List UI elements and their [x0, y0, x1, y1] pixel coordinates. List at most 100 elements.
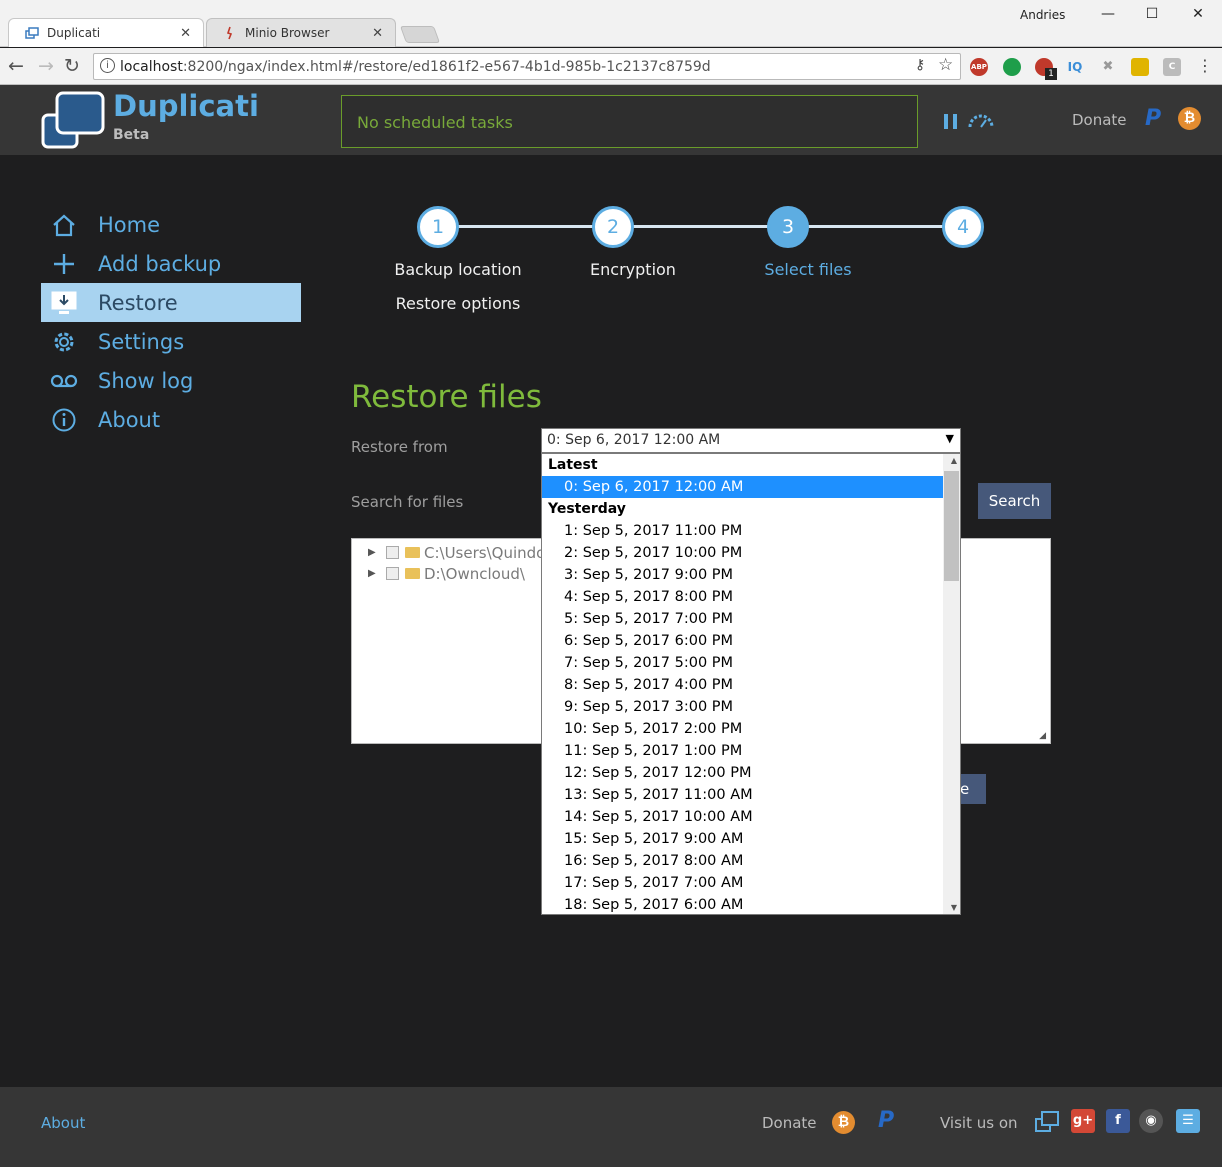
- paypal-icon[interactable]: P: [1145, 106, 1161, 131]
- continue-button[interactable]: e: [960, 774, 986, 804]
- star-icon[interactable]: ☆: [938, 55, 953, 75]
- browser-menu-icon[interactable]: ⋮: [1197, 56, 1213, 75]
- info-icon: [43, 407, 85, 433]
- dropdown-option[interactable]: 13: Sep 5, 2017 11:00 AM: [542, 784, 944, 806]
- step-4-label[interactable]: Restore options: [358, 294, 558, 313]
- dropdown-option[interactable]: 1: Sep 5, 2017 11:00 PM: [542, 520, 944, 542]
- tab-minio[interactable]: Minio Browser ✕: [206, 18, 396, 47]
- paypal-icon[interactable]: P: [878, 1108, 894, 1133]
- dropdown-arrow-icon: ▼: [945, 432, 954, 445]
- tab-label: Duplicati: [47, 26, 101, 40]
- dropdown-option[interactable]: 7: Sep 5, 2017 5:00 PM: [542, 652, 944, 674]
- step-1[interactable]: 1: [417, 206, 459, 248]
- minimize-icon[interactable]: —: [1093, 6, 1123, 22]
- facebook-icon[interactable]: f: [1106, 1109, 1130, 1133]
- tree-node-label: C:\Users\Quindo: [424, 543, 546, 562]
- step-progress-line: [438, 225, 964, 228]
- maximize-icon[interactable]: ☐: [1137, 6, 1167, 22]
- throttle-icon[interactable]: [968, 113, 994, 129]
- sidebar-item-label: About: [98, 407, 161, 432]
- sidebar-item-add-backup[interactable]: Add backup: [41, 244, 301, 283]
- footer-about-link[interactable]: About: [41, 1114, 85, 1132]
- scrollbar-thumb[interactable]: [944, 471, 959, 581]
- site-info-icon[interactable]: i: [100, 58, 115, 73]
- dropdown-option[interactable]: 12: Sep 5, 2017 12:00 PM: [542, 762, 944, 784]
- back-icon[interactable]: ←: [8, 55, 24, 77]
- sidebar-item-about[interactable]: About: [41, 400, 301, 439]
- sidebar-item-settings[interactable]: Settings: [41, 322, 301, 361]
- close-window-icon[interactable]: ✕: [1183, 6, 1213, 22]
- close-tab-icon[interactable]: ✕: [372, 26, 383, 41]
- dropdown-option[interactable]: 6: Sep 5, 2017 6:00 PM: [542, 630, 944, 652]
- dropdown-option[interactable]: 14: Sep 5, 2017 10:00 AM: [542, 806, 944, 828]
- extension-icon[interactable]: [1131, 58, 1149, 76]
- dropdown-option[interactable]: 8: Sep 5, 2017 4:00 PM: [542, 674, 944, 696]
- google-plus-icon[interactable]: g+: [1071, 1109, 1095, 1133]
- step-2[interactable]: 2: [592, 206, 634, 248]
- key-icon[interactable]: ⚷: [915, 57, 925, 73]
- step-3-label[interactable]: Select files: [708, 260, 908, 279]
- option-group-label: Yesterday: [548, 501, 626, 517]
- sidebar-item-label: Home: [98, 212, 161, 237]
- dropdown-option[interactable]: 18: Sep 5, 2017 6:00 AM: [542, 894, 944, 914]
- new-tab-button[interactable]: [399, 26, 441, 43]
- chat-icon[interactable]: ☰: [1176, 1109, 1200, 1133]
- expand-icon[interactable]: ▶: [368, 547, 382, 558]
- tree-checkbox[interactable]: [386, 567, 399, 580]
- forward-icon[interactable]: →: [38, 55, 54, 77]
- dropdown-option[interactable]: 5: Sep 5, 2017 7:00 PM: [542, 608, 944, 630]
- tree-checkbox[interactable]: [386, 546, 399, 559]
- dropdown-scrollbar[interactable]: ▲ ▼: [943, 454, 960, 914]
- continue-button-label: e: [960, 780, 970, 798]
- extension-icon[interactable]: ✖: [1099, 58, 1117, 76]
- dropdown-option[interactable]: 3: Sep 5, 2017 9:00 PM: [542, 564, 944, 586]
- duplicati-forum-icon[interactable]: [1035, 1109, 1059, 1133]
- duplicati-logo[interactable]: [40, 90, 106, 150]
- dropdown-option[interactable]: 0: Sep 6, 2017 12:00 AM: [542, 476, 944, 498]
- expand-icon[interactable]: ▶: [368, 568, 382, 579]
- close-tab-icon[interactable]: ✕: [180, 26, 191, 41]
- dropdown-option[interactable]: 17: Sep 5, 2017 7:00 AM: [542, 872, 944, 894]
- sidebar-item-show-log[interactable]: Show log: [41, 361, 301, 400]
- iq-extension-icon[interactable]: IQ: [1066, 58, 1084, 76]
- step-4[interactable]: 4: [942, 206, 984, 248]
- sidebar-item-restore[interactable]: Restore: [41, 283, 301, 322]
- bitcoin-icon[interactable]: ₿: [832, 1111, 855, 1134]
- folder-icon: [405, 568, 420, 579]
- adblock-icon[interactable]: ABP: [970, 58, 988, 76]
- dropdown-option[interactable]: 16: Sep 5, 2017 8:00 AM: [542, 850, 944, 872]
- sidebar-item-home[interactable]: Home: [41, 205, 301, 244]
- tab-duplicati[interactable]: Duplicati ✕: [8, 18, 204, 47]
- reload-icon[interactable]: ↻: [64, 55, 80, 77]
- minio-favicon-icon: [223, 26, 237, 40]
- dropdown-option[interactable]: 9: Sep 5, 2017 3:00 PM: [542, 696, 944, 718]
- restore-icon: [43, 290, 85, 316]
- pause-icon[interactable]: [943, 113, 959, 130]
- dropdown-option[interactable]: 15: Sep 5, 2017 9:00 AM: [542, 828, 944, 850]
- bitcoin-icon[interactable]: ₿: [1178, 107, 1201, 130]
- github-icon[interactable]: ◉: [1139, 1109, 1163, 1133]
- restore-from-select[interactable]: 0: Sep 6, 2017 12:00 AM ▼: [541, 428, 961, 453]
- brand-name[interactable]: Duplicati: [113, 89, 259, 123]
- restore-point-dropdown[interactable]: Latest 0: Sep 6, 2017 12:00 AM Yesterday…: [541, 453, 961, 915]
- dropdown-option[interactable]: 10: Sep 5, 2017 2:00 PM: [542, 718, 944, 740]
- dropdown-option[interactable]: 4: Sep 5, 2017 8:00 PM: [542, 586, 944, 608]
- plus-icon: [43, 252, 85, 276]
- step-2-label[interactable]: Encryption: [533, 260, 733, 279]
- sidebar-item-label: Show log: [98, 368, 194, 393]
- gear-icon: [43, 329, 85, 355]
- resize-handle-icon[interactable]: ◢: [1039, 731, 1046, 741]
- scroll-up-icon[interactable]: ▲: [951, 456, 957, 465]
- donate-link[interactable]: Donate: [1072, 111, 1127, 129]
- beta-label: Beta: [113, 127, 150, 143]
- dropdown-option[interactable]: 11: Sep 5, 2017 1:00 PM: [542, 740, 944, 762]
- scroll-down-icon[interactable]: ▼: [951, 903, 957, 912]
- profile-name[interactable]: Andries: [1020, 8, 1065, 22]
- search-button[interactable]: Search: [978, 483, 1051, 519]
- dropdown-option[interactable]: 2: Sep 5, 2017 10:00 PM: [542, 542, 944, 564]
- step-3[interactable]: 3: [767, 206, 809, 248]
- step-1-label[interactable]: Backup location: [358, 260, 558, 279]
- extension-icon[interactable]: C: [1163, 58, 1181, 76]
- evernote-icon[interactable]: [1003, 58, 1021, 76]
- address-bar[interactable]: localhost:8200/ngax/index.html#/restore/…: [93, 53, 961, 80]
